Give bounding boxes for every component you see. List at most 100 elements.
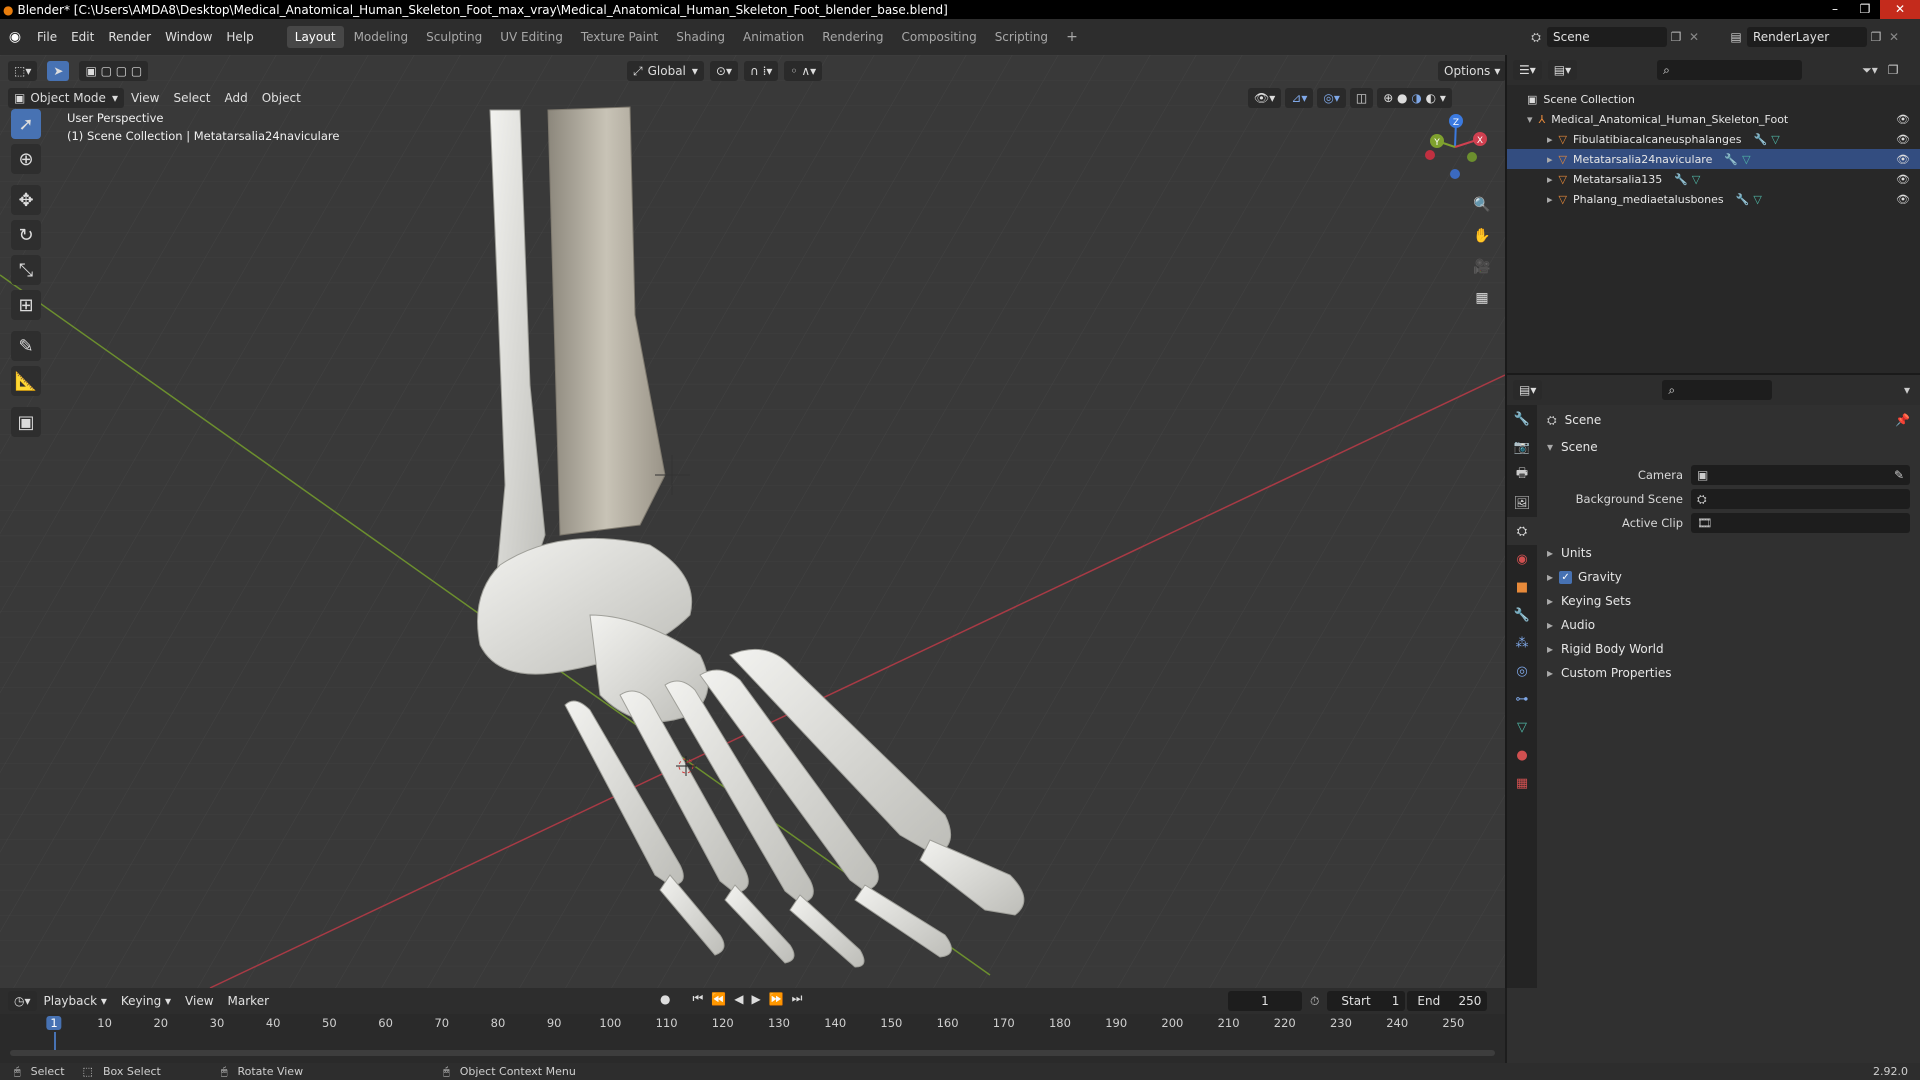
xray-toggle[interactable]: ◫ bbox=[1349, 88, 1374, 108]
tab-modeling[interactable]: Modeling bbox=[346, 26, 417, 48]
proportional-editing-toggle[interactable]: ◦ ∧▾ bbox=[784, 61, 823, 81]
tree-item-object-2[interactable]: ▸ ▽ Metatarsalia135 🔧 ▽ 👁 bbox=[1507, 169, 1920, 189]
blender-menu-icon[interactable]: ◉ bbox=[0, 29, 30, 45]
eyedropper-icon[interactable]: ✎ bbox=[1894, 468, 1904, 482]
scene-field[interactable]: Scene bbox=[1547, 27, 1667, 47]
rotate-tool[interactable]: ↻ bbox=[11, 220, 41, 250]
renderlayer-field[interactable]: RenderLayer bbox=[1747, 27, 1867, 47]
visibility-eye-icon[interactable]: 👁 bbox=[1896, 153, 1910, 166]
tab-world[interactable]: ◉ bbox=[1507, 545, 1537, 573]
gizmo-neg-y[interactable] bbox=[1467, 152, 1477, 162]
outliner-editor-type[interactable]: ☰▾ bbox=[1513, 60, 1542, 80]
panel-audio[interactable]: ▸ Audio bbox=[1541, 613, 1920, 637]
panel-rigid-body-world[interactable]: ▸ Rigid Body World bbox=[1541, 637, 1920, 661]
menu-file[interactable]: File bbox=[30, 19, 64, 55]
expand-arrow-icon[interactable]: ▸ bbox=[1547, 133, 1553, 146]
pivot-point-dropdown[interactable]: ⊙▾ bbox=[709, 61, 738, 81]
delete-renderlayer-icon[interactable]: ✕ bbox=[1885, 30, 1903, 44]
add-cube-tool[interactable]: ▣ bbox=[11, 407, 41, 437]
tab-constraints[interactable]: ⊶ bbox=[1507, 685, 1537, 713]
tab-rendering[interactable]: Rendering bbox=[814, 26, 891, 48]
menu-object[interactable]: Object bbox=[255, 86, 308, 110]
tab-texture-paint[interactable]: Texture Paint bbox=[573, 26, 666, 48]
chevron-down-icon[interactable]: ▾ bbox=[1904, 383, 1910, 397]
expand-arrow-icon[interactable]: ▸ bbox=[1547, 173, 1553, 186]
renderlayer-icon[interactable]: ▤ bbox=[1725, 30, 1747, 44]
editor-type-button[interactable]: ⬚▾ bbox=[8, 61, 38, 81]
tree-item-collection[interactable]: ▾ ⅄ Medical_Anatomical_Human_Skeleton_Fo… bbox=[1507, 109, 1920, 129]
tab-animation[interactable]: Animation bbox=[735, 26, 812, 48]
tab-texture[interactable]: ▦ bbox=[1507, 769, 1537, 797]
tree-item-object-1[interactable]: ▸ ▽ Metatarsalia24naviculare 🔧 ▽ 👁 bbox=[1507, 149, 1920, 169]
gizmo-toggle[interactable]: ⊿▾ bbox=[1285, 88, 1314, 108]
move-tool[interactable]: ✥ bbox=[11, 185, 41, 215]
3d-viewport[interactable]: ⬚▾ ➤ ▣ ▢ ▢ ▢ ⤢ Global ▾ ⊙▾ ∩ ⁞▾ ◦ ∧▾ Opt… bbox=[0, 55, 1505, 988]
menu-add[interactable]: Add bbox=[217, 86, 254, 110]
visibility-eye-icon[interactable]: 👁 bbox=[1896, 133, 1910, 146]
visibility-eye-icon[interactable]: 👁 bbox=[1896, 193, 1910, 206]
select-box-tool[interactable]: ➚ bbox=[11, 109, 41, 139]
active-clip-field[interactable]: 🎞 bbox=[1691, 513, 1910, 533]
tree-item-object-0[interactable]: ▸ ▽ Fibulatibiacalcaneusphalanges 🔧 ▽ 👁 bbox=[1507, 129, 1920, 149]
tab-view-layer[interactable]: 🖼 bbox=[1507, 489, 1537, 517]
add-workspace-button[interactable]: + bbox=[1058, 26, 1086, 48]
scene-icon[interactable]: ⛭ bbox=[1525, 30, 1547, 45]
tab-scripting[interactable]: Scripting bbox=[987, 26, 1056, 48]
new-renderlayer-icon[interactable]: ❐ bbox=[1867, 30, 1885, 44]
tab-render[interactable]: 📷 bbox=[1507, 433, 1537, 461]
tab-modifiers[interactable]: 🔧 bbox=[1507, 601, 1537, 629]
minimize-button[interactable]: – bbox=[1820, 0, 1850, 19]
annotate-tool[interactable]: ✎ bbox=[11, 331, 41, 361]
tab-object[interactable]: ■ bbox=[1507, 573, 1537, 601]
tab-physics[interactable]: ◎ bbox=[1507, 657, 1537, 685]
panel-keying-sets[interactable]: ▸ Keying Sets bbox=[1541, 589, 1920, 613]
select-tool-toggle[interactable]: ➤ bbox=[47, 61, 70, 81]
panel-units[interactable]: ▸ Units bbox=[1541, 541, 1920, 565]
navigation-gizmo[interactable]: Z X Y bbox=[1420, 107, 1490, 187]
gizmo-neg-x[interactable] bbox=[1425, 150, 1435, 160]
display-mode-dropdown[interactable]: ▤▾ bbox=[1547, 60, 1578, 80]
mode-dropdown[interactable]: ▣ Object Mode ▾ bbox=[8, 88, 124, 108]
close-button[interactable]: ✕ bbox=[1880, 0, 1920, 19]
gravity-checkbox[interactable]: ✓ bbox=[1559, 570, 1573, 584]
camera-view-button[interactable]: 🎥 bbox=[1469, 254, 1495, 280]
pin-icon[interactable]: 📌 bbox=[1895, 413, 1910, 427]
scale-tool[interactable]: ⤡ bbox=[11, 255, 41, 285]
maximize-button[interactable]: ❐ bbox=[1850, 0, 1880, 19]
measure-tool[interactable]: 📐 bbox=[11, 366, 41, 396]
panel-gravity[interactable]: ▸ ✓ Gravity bbox=[1541, 565, 1920, 589]
tab-shading[interactable]: Shading bbox=[668, 26, 733, 48]
expand-arrow-icon[interactable]: ▸ bbox=[1547, 153, 1553, 166]
tab-data[interactable]: ▽ bbox=[1507, 713, 1537, 741]
outliner-search-input[interactable]: ⌕ bbox=[1657, 60, 1803, 80]
playhead-line[interactable] bbox=[54, 1032, 56, 1050]
tab-tool[interactable]: 🔧 bbox=[1507, 405, 1537, 433]
gizmo-neg-z[interactable] bbox=[1450, 169, 1460, 179]
panel-custom-properties[interactable]: ▸ Custom Properties bbox=[1541, 661, 1920, 685]
snap-toggle[interactable]: ∩ ⁞▾ bbox=[744, 61, 779, 81]
menu-edit[interactable]: Edit bbox=[64, 19, 101, 55]
menu-help[interactable]: Help bbox=[219, 19, 260, 55]
tab-material[interactable]: ● bbox=[1507, 741, 1537, 769]
tab-uv-editing[interactable]: UV Editing bbox=[492, 26, 571, 48]
tree-item-scene-collection[interactable]: ▣ Scene Collection bbox=[1507, 89, 1920, 109]
shading-mode-buttons[interactable]: ⊕ ● ◑ ◐ ▾ bbox=[1377, 88, 1452, 108]
visibility-dropdown[interactable]: 👁▾ bbox=[1248, 88, 1282, 108]
new-scene-icon[interactable]: ❐ bbox=[1667, 30, 1685, 44]
timeline-scrollbar[interactable] bbox=[10, 1050, 1495, 1056]
properties-search-input[interactable]: ⌕ bbox=[1662, 380, 1773, 400]
playhead[interactable]: 1 bbox=[46, 1016, 62, 1030]
zoom-button[interactable]: 🔍 bbox=[1469, 192, 1495, 218]
overlays-toggle[interactable]: ◎▾ bbox=[1317, 88, 1346, 108]
tab-scene[interactable]: ⛭ bbox=[1507, 517, 1537, 545]
tab-particles[interactable]: ⁂ bbox=[1507, 629, 1537, 657]
cursor-tool[interactable]: ⊕ bbox=[11, 144, 41, 174]
options-dropdown[interactable]: Options ▾ bbox=[1438, 61, 1505, 81]
tab-compositing[interactable]: Compositing bbox=[893, 26, 984, 48]
tree-item-object-3[interactable]: ▸ ▽ Phalang_mediaetalusbones 🔧 ▽ 👁 bbox=[1507, 189, 1920, 209]
viewport-scene[interactable] bbox=[0, 55, 1505, 988]
ortho-toggle-button[interactable]: ▦ bbox=[1469, 285, 1495, 311]
new-collection-icon[interactable]: ❐ bbox=[1888, 63, 1899, 77]
tab-sculpting[interactable]: Sculpting bbox=[418, 26, 490, 48]
camera-field[interactable]: ▣ ✎ bbox=[1691, 465, 1910, 485]
